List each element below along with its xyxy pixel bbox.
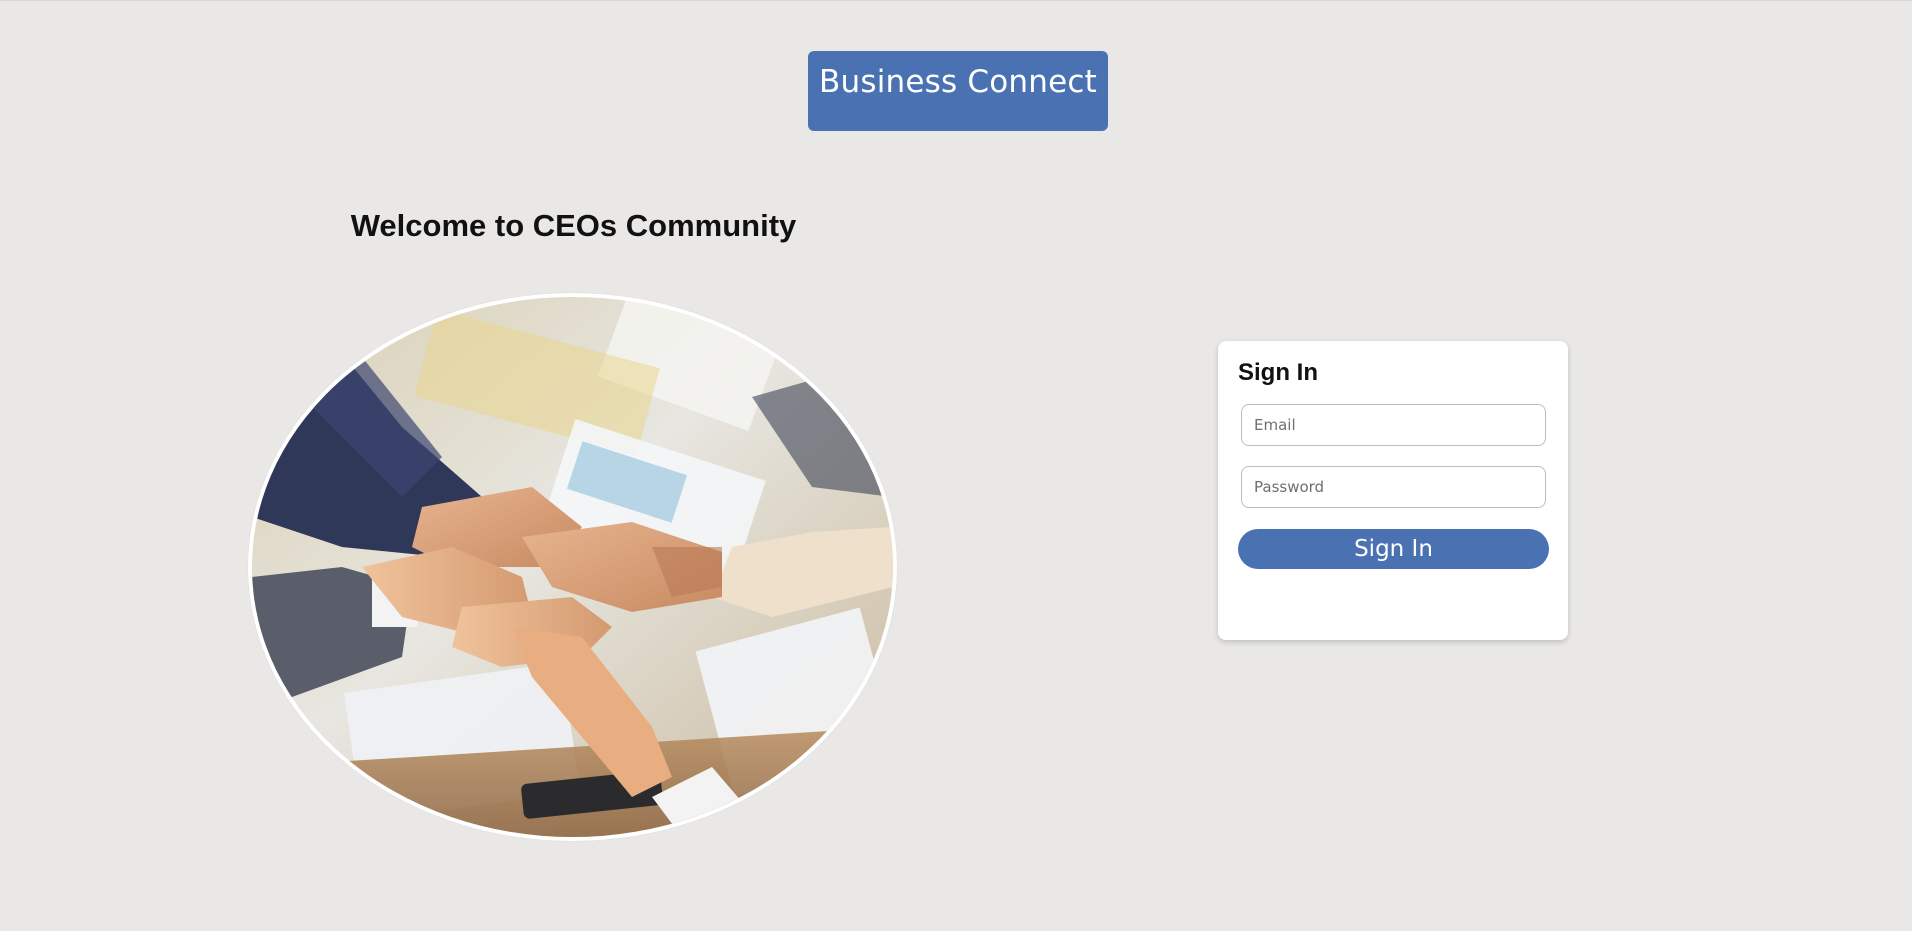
email-input[interactable] xyxy=(1241,404,1546,446)
signin-title: Sign In xyxy=(1238,359,1318,386)
hero-image xyxy=(248,293,897,841)
signin-card: Sign In Sign In xyxy=(1218,341,1568,640)
signin-button[interactable]: Sign In xyxy=(1238,529,1549,569)
password-input[interactable] xyxy=(1241,466,1546,508)
top-divider xyxy=(0,0,1912,1)
brand-banner[interactable]: Business Connect xyxy=(808,51,1108,131)
welcome-heading: Welcome to CEOs Community xyxy=(350,208,797,243)
team-hands-photo-icon xyxy=(252,297,893,837)
